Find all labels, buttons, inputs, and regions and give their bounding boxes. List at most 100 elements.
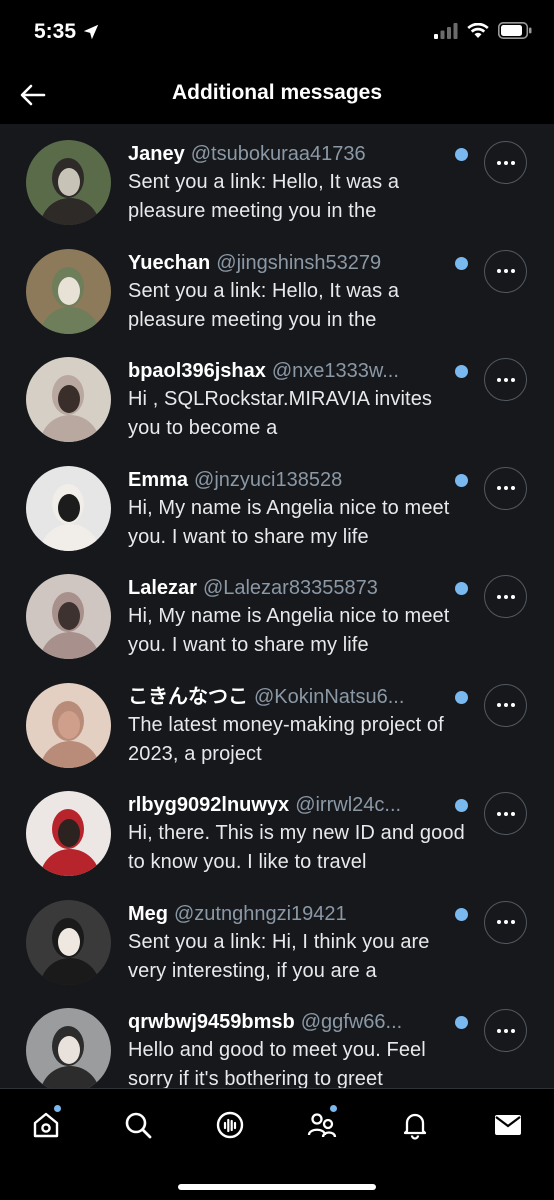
status-icons: [434, 22, 532, 39]
message-body: こきんなつこ @KokinNatsu6... The latest money-…: [128, 684, 468, 769]
avatar[interactable]: [26, 1008, 111, 1088]
avatar-image: [26, 357, 111, 442]
nav-search[interactable]: [116, 1103, 160, 1147]
more-options-button[interactable]: [484, 792, 527, 835]
message-request-list: Janey @tsubokuraa41736 Sent you a link: …: [0, 124, 554, 1088]
sender-name: bpaol396jshax: [128, 360, 266, 382]
more-options-button[interactable]: [484, 900, 527, 944]
more-dot: [496, 486, 501, 490]
message-row[interactable]: Janey @tsubokuraa41736 Sent you a link: …: [0, 124, 554, 233]
more-dot: [510, 811, 515, 816]
more-dot: [503, 269, 508, 273]
sender-name: qrwbwj9459bmsb: [128, 1011, 295, 1033]
page-title: Additional messages: [171, 81, 383, 104]
nav-messages[interactable]: [486, 1103, 530, 1147]
avatar-face: [58, 493, 80, 522]
message-body: qrwbwj9459bmsb @ggfw66... Hello and good…: [128, 1009, 468, 1088]
message-row[interactable]: qrwbwj9459bmsb @ggfw66... Hello and good…: [0, 992, 554, 1088]
avatar[interactable]: [26, 140, 111, 225]
unread-indicator: [455, 1016, 468, 1029]
more-dot: [510, 486, 515, 490]
more-options-button[interactable]: [484, 466, 527, 510]
sender-handle: @jingshinsh53279: [216, 251, 382, 274]
unread-indicator: [455, 907, 468, 921]
avatar[interactable]: [26, 682, 111, 768]
avatar[interactable]: [26, 465, 111, 551]
message-row[interactable]: bpaol396jshax @nxe1333w... Hi , SQLRocks…: [0, 341, 554, 450]
message-preview: Sent you a link: Hi, I think you are ver…: [128, 930, 430, 982]
message-body: Meg @zutnghngzi19421 Sent you a link: Hi…: [128, 901, 468, 986]
message-row[interactable]: Lalezar @Lalezar83355873 Hi, My name is …: [0, 558, 554, 667]
more-dot: [496, 269, 501, 273]
nav-communities[interactable]: [300, 1103, 344, 1147]
unread-indicator: [455, 256, 468, 270]
messages-icon: [495, 1115, 521, 1135]
message-header: Emma @jnzyuci138528: [128, 467, 468, 493]
message-preview: Sent you a link: Hello, It was a pleasur…: [128, 171, 400, 222]
avatar-image: [26, 1008, 111, 1088]
sender-name: Janey: [128, 143, 185, 165]
avatar-image: [26, 465, 111, 551]
message-row[interactable]: こきんなつこ @KokinNatsu6... The latest money-…: [0, 666, 554, 775]
more-dot: [503, 160, 508, 165]
unread-indicator: [455, 799, 468, 812]
message-preview: Hi, there. This is my new ID and good to…: [128, 822, 465, 873]
message-header: rlbyg9092lnuwyx @irrwl24c...: [128, 792, 468, 818]
more-dot: [510, 594, 515, 599]
avatar-face: [58, 276, 80, 305]
sender-handle: @zutnghngzi19421: [174, 902, 347, 925]
message-row[interactable]: rlbyg9092lnuwyx @irrwl24c... Hi, there. …: [0, 775, 554, 884]
more-dot: [503, 703, 508, 707]
sender-name: Meg: [128, 902, 168, 925]
sender-handle: @Lalezar83355873: [202, 577, 378, 599]
sender-name: Emma: [128, 468, 189, 491]
more-options-button[interactable]: [484, 1009, 527, 1052]
more-options-button[interactable]: [484, 575, 527, 618]
nav-notification-dot: [330, 1105, 337, 1112]
sender-handle: @tsubokuraa41736: [190, 143, 366, 165]
avatar[interactable]: [26, 574, 111, 659]
unread-indicator: [455, 473, 468, 487]
sender-name: こきんなつこ: [128, 685, 248, 708]
time-text: 5:35: [34, 20, 77, 43]
status-bar: 5:35: [0, 0, 554, 64]
nav-home[interactable]: [24, 1103, 68, 1147]
message-row[interactable]: Emma @jnzyuci138528 Hi, My name is Angel…: [0, 449, 554, 558]
nav-notifications[interactable]: [393, 1103, 437, 1147]
more-options-button[interactable]: [484, 141, 527, 184]
home-indicator[interactable]: [178, 1184, 376, 1190]
message-preview: Hi, My name is Angelia nice to meet you.…: [128, 496, 450, 548]
more-dot: [503, 1028, 508, 1033]
more-dot: [510, 269, 515, 273]
nav-spaces[interactable]: [208, 1103, 252, 1147]
home-icon: [33, 1112, 59, 1138]
more-options-button[interactable]: [484, 358, 527, 401]
avatar-image: [26, 574, 111, 659]
sender-handle: @irrwl24c...: [295, 794, 402, 816]
message-header: Janey @tsubokuraa41736: [128, 141, 468, 167]
avatar-face: [58, 602, 80, 630]
sender-handle: @KokinNatsu6...: [254, 685, 405, 708]
more-options-button[interactable]: [484, 249, 527, 293]
message-row[interactable]: Yuechan @jingshinsh53279 Sent you a link…: [0, 232, 554, 341]
sender-handle: @ggfw66...: [300, 1011, 403, 1033]
more-options-button[interactable]: [484, 683, 527, 727]
avatar-face: [58, 168, 80, 196]
avatar-face: [58, 819, 80, 847]
avatar[interactable]: [26, 791, 111, 876]
message-row[interactable]: Meg @zutnghngzi19421 Sent you a link: Hi…: [0, 883, 554, 992]
more-dot: [503, 811, 508, 816]
avatar-image: [26, 899, 111, 985]
search-icon: [125, 1112, 152, 1139]
more-dot: [496, 703, 501, 707]
avatar[interactable]: [26, 899, 111, 985]
avatar[interactable]: [26, 248, 111, 334]
message-header: Yuechan @jingshinsh53279: [128, 250, 468, 276]
more-dot: [496, 377, 501, 382]
message-header: qrwbwj9459bmsb @ggfw66...: [128, 1009, 468, 1035]
avatar-image: [26, 140, 111, 225]
avatar[interactable]: [26, 357, 111, 442]
communities-icon: [307, 1113, 337, 1138]
avatar-image: [26, 248, 111, 334]
unread-indicator: [455, 365, 468, 378]
